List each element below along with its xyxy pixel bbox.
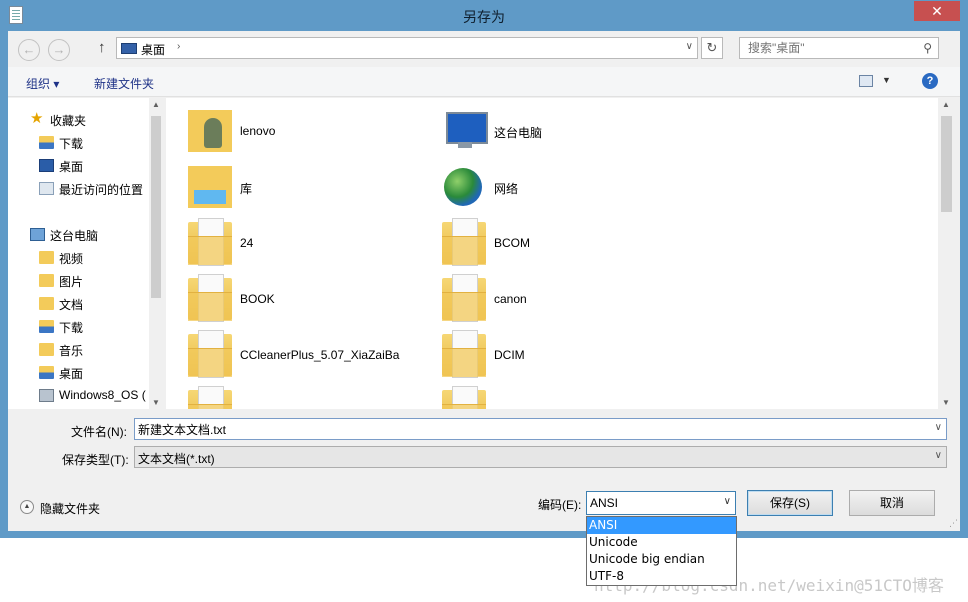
videos-folder-icon bbox=[39, 251, 54, 264]
view-dropdown-icon[interactable]: ▼ bbox=[882, 75, 891, 85]
command-toolbar: 组织 ▾ 新建文件夹 ▼ ? bbox=[8, 67, 960, 97]
save-button[interactable]: 保存(S) bbox=[747, 490, 833, 516]
filename-combobox[interactable]: ∨ bbox=[134, 418, 947, 440]
list-item[interactable]: lenovo bbox=[188, 106, 438, 156]
folder-icon bbox=[188, 274, 232, 322]
user-folder-icon bbox=[188, 110, 232, 152]
folder-icon bbox=[442, 218, 486, 266]
chevron-down-icon[interactable]: ∨ bbox=[724, 496, 731, 507]
scroll-up-icon[interactable]: ▲ bbox=[942, 100, 950, 109]
filename-label: 文件名(N): bbox=[71, 425, 127, 439]
list-item-partial[interactable] bbox=[188, 386, 438, 409]
documents-folder-icon bbox=[39, 297, 54, 310]
breadcrumb[interactable]: 桌面 bbox=[141, 41, 165, 58]
list-item[interactable]: 这台电脑 bbox=[442, 106, 692, 156]
window-title: 另存为 bbox=[463, 9, 505, 25]
scroll-up-icon[interactable]: ▲ bbox=[152, 100, 160, 109]
encoding-value: ANSI bbox=[590, 496, 619, 510]
title-bar: 另存为 ✕ bbox=[0, 0, 968, 31]
scrollbar-thumb[interactable] bbox=[941, 116, 952, 212]
navigation-scrollbar[interactable]: ▲ ▼ bbox=[149, 98, 163, 409]
scroll-down-icon[interactable]: ▼ bbox=[942, 398, 950, 407]
up-button[interactable]: ↑ bbox=[98, 39, 106, 56]
download-folder-icon bbox=[39, 320, 54, 333]
refresh-button[interactable]: ↻ bbox=[701, 37, 723, 59]
list-item[interactable]: BCOM bbox=[442, 218, 692, 268]
star-icon: ★ bbox=[30, 110, 44, 127]
pictures-folder-icon bbox=[39, 274, 54, 287]
drive-icon bbox=[39, 389, 54, 402]
dialog-client-area: ← → ↑ 桌面 › ∨ ↻ ⚲ 组织 ▾ 新建文件夹 ▼ ? ★ 收藏夹 下载… bbox=[8, 31, 960, 531]
filetype-label: 保存类型(T): bbox=[62, 453, 129, 467]
network-icon bbox=[442, 166, 486, 208]
help-icon[interactable]: ? bbox=[922, 73, 938, 89]
desktop-folder-icon bbox=[39, 366, 54, 379]
search-box[interactable]: ⚲ bbox=[739, 37, 939, 59]
encoding-option-unicode-big-endian[interactable]: Unicode big endian bbox=[587, 551, 736, 568]
list-item[interactable]: 网络 bbox=[442, 162, 692, 212]
filetype-value: 文本文档(*.txt) bbox=[138, 452, 215, 466]
search-icon[interactable]: ⚲ bbox=[923, 41, 932, 55]
filetype-select[interactable]: 文本文档(*.txt) ∨ bbox=[134, 446, 947, 468]
folder-icon bbox=[188, 330, 232, 378]
organize-menu[interactable]: 组织 ▾ bbox=[26, 75, 59, 92]
new-folder-button[interactable]: 新建文件夹 bbox=[94, 75, 154, 92]
list-item[interactable]: 24 bbox=[188, 218, 438, 268]
resize-grip-icon[interactable]: ⋰ bbox=[949, 518, 958, 529]
file-list: lenovo 这台电脑 库 网络 24 BCOM BOOK canon CCle… bbox=[166, 98, 938, 409]
list-item[interactable]: DCIM bbox=[442, 330, 692, 380]
filename-field[interactable] bbox=[135, 419, 925, 439]
file-list-scrollbar[interactable]: ▲ ▼ bbox=[938, 98, 955, 409]
computer-icon bbox=[30, 228, 45, 241]
list-item[interactable]: CCleanerPlus_5.07_XiaZaiBa bbox=[188, 330, 438, 380]
music-folder-icon bbox=[39, 343, 54, 356]
chevron-down-icon[interactable]: ∨ bbox=[935, 422, 942, 433]
forward-button[interactable]: → bbox=[48, 39, 70, 61]
list-item-partial[interactable] bbox=[442, 386, 692, 409]
encoding-dropdown-list: ANSI Unicode Unicode big endian UTF-8 bbox=[586, 516, 737, 586]
hide-folders-label[interactable]: 隐藏文件夹 bbox=[40, 500, 100, 517]
navigation-pane: ★ 收藏夹 下载 桌面 最近访问的位置 这台电脑 视频 图片 文档 下载 音乐 … bbox=[8, 98, 163, 409]
folder-icon bbox=[442, 330, 486, 378]
collapse-icon[interactable]: ▲ bbox=[20, 500, 34, 514]
folder-icon bbox=[442, 386, 486, 409]
folder-icon bbox=[442, 274, 486, 322]
chevron-right-icon[interactable]: › bbox=[177, 41, 180, 52]
cancel-button[interactable]: 取消 bbox=[849, 490, 935, 516]
back-button[interactable]: ← bbox=[18, 39, 40, 61]
list-item[interactable]: canon bbox=[442, 274, 692, 324]
list-item[interactable]: 库 bbox=[188, 162, 438, 212]
view-options-icon[interactable] bbox=[859, 75, 873, 87]
encoding-option-unicode[interactable]: Unicode bbox=[587, 534, 736, 551]
computer-icon bbox=[442, 110, 488, 152]
chevron-down-icon[interactable]: ∨ bbox=[935, 450, 942, 461]
address-bar[interactable]: 桌面 › ∨ bbox=[116, 37, 698, 59]
folder-icon bbox=[188, 218, 232, 266]
recent-places-icon bbox=[39, 182, 54, 195]
encoding-option-ansi[interactable]: ANSI bbox=[587, 517, 736, 534]
list-item[interactable]: BOOK bbox=[188, 274, 438, 324]
desktop-icon bbox=[121, 43, 137, 54]
encoding-label: 编码(E): bbox=[538, 498, 582, 512]
chevron-down-icon[interactable]: ∨ bbox=[686, 41, 693, 52]
desktop-icon bbox=[39, 159, 54, 172]
scroll-down-icon[interactable]: ▼ bbox=[152, 398, 160, 407]
search-input[interactable] bbox=[740, 38, 910, 58]
close-button[interactable]: ✕ bbox=[914, 1, 960, 21]
scrollbar-thumb[interactable] bbox=[151, 116, 161, 298]
encoding-option-utf8[interactable]: UTF-8 bbox=[587, 568, 736, 585]
download-folder-icon bbox=[39, 136, 54, 149]
encoding-select[interactable]: ANSI ∨ bbox=[586, 491, 736, 515]
folder-icon bbox=[188, 386, 232, 409]
libraries-icon bbox=[188, 166, 232, 208]
